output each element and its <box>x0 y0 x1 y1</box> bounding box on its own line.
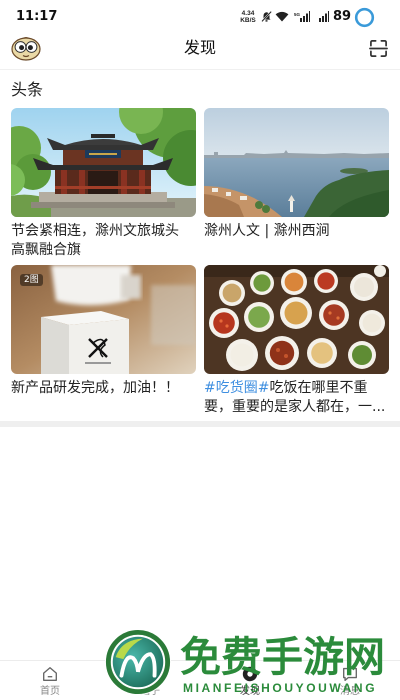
caption-text: 吃饭在哪里不重 <box>269 380 368 396</box>
section-divider <box>0 421 400 427</box>
network-speed-value: 4.34 <box>241 10 255 17</box>
caption-line: 滁州人文 | 滁州西涧 <box>204 223 330 239</box>
caption-line: 新产品研发完成，加油！！ <box>11 380 179 396</box>
app-screen: 11:17 4.34 KB/S 5G 89 发现 头条 节会紧相连，滁州文旅城头… <box>0 0 400 700</box>
network-speed: 4.34 KB/S <box>238 10 258 24</box>
headline-image <box>11 108 196 217</box>
tab-label: 首页 <box>40 686 60 697</box>
hashtag-link[interactable]: #吃货圈# <box>204 380 269 396</box>
home-icon <box>43 667 57 681</box>
caption-line: 节会紧相连，滁州文旅城头 <box>11 223 179 239</box>
headline-image <box>204 265 389 374</box>
section-title: 头条 <box>11 80 44 99</box>
headline-caption: 节会紧相连，滁州文旅城头 高飘融合旗 <box>11 222 196 260</box>
wifi-icon <box>275 11 289 22</box>
header-divider <box>0 69 400 70</box>
network-speed-unit: KB/S <box>240 17 256 24</box>
headline-card[interactable]: 2图 新产品研发完成，加油！！ <box>11 265 196 398</box>
headline-card[interactable]: 滁州人文 | 滁州西涧 <box>204 108 389 241</box>
tab-home[interactable]: 首页 <box>0 661 100 700</box>
status-time: 11:17 <box>16 9 58 24</box>
signal-icon: 5G <box>294 11 310 22</box>
svg-text:5G: 5G <box>294 12 301 17</box>
watermark-logo <box>104 628 172 696</box>
caption-line: 要，重要的是家人都在，一... <box>204 399 386 415</box>
headline-card[interactable]: #吃货圈#吃饭在哪里不重 要，重要的是家人都在，一... <box>204 265 389 417</box>
caption-line: 高飘融合旗 <box>11 242 81 258</box>
caption-line: #吃货圈#吃饭在哪里不重 <box>204 379 389 398</box>
headline-caption: 新产品研发完成，加油！！ <box>11 379 196 398</box>
headline-image <box>204 108 389 217</box>
watermark-subtitle: MIANFEISHOUYOUWANG <box>183 681 378 695</box>
scan-icon[interactable] <box>369 39 388 58</box>
mute-icon <box>261 11 272 22</box>
headline-image: 2图 <box>11 265 196 374</box>
image-count-badge: 2图 <box>20 274 43 286</box>
watermark-title: 免费手游网 <box>180 633 385 681</box>
battery-ring-icon <box>354 7 375 28</box>
page-title: 发现 <box>183 38 216 57</box>
headline-card[interactable]: 节会紧相连，滁州文旅城头 高飘融合旗 <box>11 108 196 260</box>
battery-level: 89 <box>333 9 352 24</box>
headline-caption: 滁州人文 | 滁州西涧 <box>204 222 389 241</box>
signal-icon <box>319 11 329 22</box>
headline-caption: #吃货圈#吃饭在哪里不重 要，重要的是家人都在，一... <box>204 379 389 417</box>
